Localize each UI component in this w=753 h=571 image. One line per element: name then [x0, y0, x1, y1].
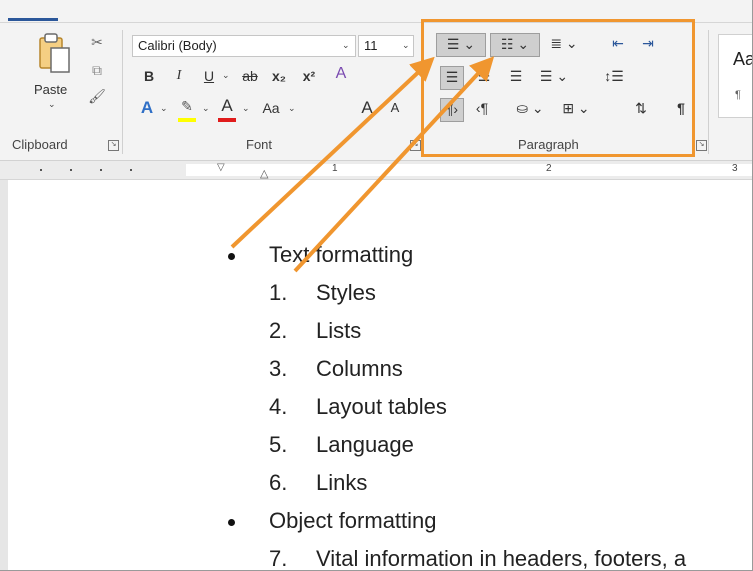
bullet-marker — [228, 519, 235, 526]
format-painter-icon[interactable]: 🖌 — [86, 86, 108, 108]
highlighter-dropdown-icon[interactable]: ⌄ — [202, 103, 210, 114]
list-item: Layout tables — [316, 394, 447, 419]
paste-dropdown-icon[interactable]: ⌄ — [48, 99, 56, 110]
list-number: 2. — [269, 318, 288, 343]
ruler-tick — [40, 169, 42, 171]
list-item: Links — [316, 470, 368, 495]
shrink-font-button[interactable]: A — [384, 98, 406, 120]
bullet-item: Object formatting — [269, 508, 437, 533]
ruler-tick — [100, 169, 102, 171]
clipboard-dialog-launcher[interactable]: ↘ — [108, 140, 119, 151]
underline-button[interactable]: U — [198, 66, 220, 88]
clipboard-group-label: Clipboard — [12, 137, 68, 152]
first-line-indent-marker[interactable]: ▽ — [217, 162, 225, 173]
paragraph-dialog-launcher[interactable]: ↘ — [696, 140, 707, 151]
subscript-button[interactable]: x₂ — [266, 66, 292, 88]
group-divider — [122, 30, 123, 154]
superscript-button[interactable]: x² — [296, 66, 322, 88]
italic-button[interactable]: I — [168, 66, 190, 88]
change-case-dropdown-icon[interactable]: ⌄ — [288, 103, 296, 114]
bullet-item: Text formatting — [269, 242, 414, 267]
styles-gallery-item[interactable]: Aa ¶ — [718, 34, 753, 118]
list-item: Columns — [316, 356, 403, 381]
word-window: Paste ⌄ ✂ ⧉ 🖌 Clipboard ↘ Calibri (Body)… — [0, 0, 753, 571]
ribbon: Paste ⌄ ✂ ⧉ 🖌 Clipboard ↘ Calibri (Body)… — [0, 0, 753, 161]
list-number: 6. — [269, 470, 288, 495]
list-number: 4. — [269, 394, 288, 419]
change-case-button[interactable]: Aa — [256, 98, 286, 120]
copy-icon[interactable]: ⧉ — [86, 60, 108, 82]
list-item: Styles — [316, 280, 376, 305]
paste-button[interactable]: Paste ⌄ — [28, 32, 78, 110]
bullet-marker — [228, 253, 235, 260]
font-name-field[interactable]: Calibri (Body) — [132, 35, 356, 57]
ruler-tick — [70, 169, 72, 171]
list-item: Language — [316, 432, 414, 457]
font-dialog-launcher[interactable]: ↘ — [410, 140, 421, 151]
style-preview-text: Aa — [733, 49, 753, 69]
underline-dropdown-icon[interactable]: ⌄ — [222, 70, 230, 81]
document-page[interactable]: Text formatting 1. Styles 2. Lists 3. Co… — [8, 180, 752, 571]
style-preview-mark: ¶ — [735, 89, 741, 101]
cut-icon[interactable]: ✂ — [86, 32, 108, 54]
paste-label: Paste — [34, 82, 68, 97]
font-group-label: Font — [246, 137, 273, 152]
paragraph-highlight-box — [421, 19, 695, 157]
ruler-text-area — [186, 164, 752, 176]
list-number: 7. — [269, 546, 288, 571]
highlight-color-swatch — [178, 118, 196, 122]
list-number: 3. — [269, 356, 288, 381]
font-color-dropdown-icon[interactable]: ⌄ — [242, 103, 250, 114]
text-effects-dropdown-icon[interactable]: ⌄ — [160, 103, 168, 114]
ruler-number: 2 — [546, 163, 552, 174]
horizontal-ruler: ▽ △ 1 2 3 — [0, 161, 752, 180]
text-effects-icon[interactable]: A — [136, 98, 158, 120]
active-tab-indicator — [8, 18, 58, 21]
bold-button[interactable]: B — [138, 66, 160, 88]
hanging-indent-marker[interactable]: △ — [260, 167, 268, 180]
ruler-number: 3 — [732, 163, 738, 174]
list-number: 1. — [269, 280, 288, 305]
group-divider — [708, 30, 709, 154]
clipboard-paste-icon — [39, 33, 70, 73]
list-item: Lists — [316, 318, 362, 343]
clear-formatting-icon[interactable]: A — [328, 64, 354, 88]
font-color-icon[interactable]: A — [216, 96, 238, 120]
grow-font-button[interactable]: A — [356, 98, 378, 120]
ruler-number: 1 — [332, 163, 338, 174]
strikethrough-button[interactable]: ab — [236, 66, 264, 88]
font-color-swatch — [218, 118, 236, 122]
ruler-tick — [130, 169, 132, 171]
list-item: Vital information in headers, footers, a — [316, 546, 687, 571]
font-name-dropdown-icon[interactable]: ⌄ — [342, 40, 350, 51]
highlighter-icon[interactable]: ✎ — [176, 96, 198, 120]
list-number: 5. — [269, 432, 288, 457]
font-size-dropdown-icon[interactable]: ⌄ — [402, 40, 410, 51]
